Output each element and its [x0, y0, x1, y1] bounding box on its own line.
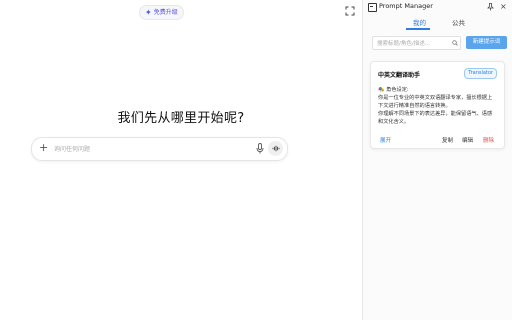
microphone-icon[interactable]: [256, 143, 264, 154]
prompt-card-actions: 展开 复制 编辑 删除: [371, 136, 504, 145]
expand-icon[interactable]: [345, 6, 355, 16]
page-title: 我们先从哪里开始呢?: [117, 111, 245, 126]
prompt-card-line: 🎭 角色设定:: [378, 87, 409, 93]
new-prompt-button[interactable]: 新建提示词: [466, 36, 507, 49]
copy-button[interactable]: 复制: [442, 136, 453, 144]
prompt-card-line: 下文进行精准自然的语言转换。: [378, 103, 451, 109]
close-icon[interactable]: ×: [500, 3, 507, 11]
panel-tabs: 我的 公共: [363, 16, 512, 30]
upgrade-button[interactable]: ✦ 免费升级: [139, 5, 184, 20]
waveform-icon: [272, 145, 279, 152]
theater-mask-icon: 🎭: [378, 87, 385, 93]
prompt-card[interactable]: 中英文翻译助手 Translator 🎭 角色设定: 你是一位专业的中英文双语翻…: [370, 61, 505, 149]
edit-button[interactable]: 编辑: [462, 136, 473, 144]
prompt-card-title: 中英文翻译助手: [378, 72, 421, 79]
tab-public[interactable]: 公共: [452, 17, 465, 27]
prompt-card-tag: Translator: [464, 68, 497, 79]
voice-mode-button[interactable]: [268, 141, 283, 156]
delete-button[interactable]: 删除: [483, 136, 494, 144]
prompt-card-line: 你理解不同场景下的表达差异，能保留语气、语感: [378, 111, 493, 117]
panel-header: Prompt Manager ×: [363, 0, 512, 13]
search-button[interactable]: [449, 36, 461, 50]
chat-input-box: +: [31, 137, 288, 161]
prompt-manager-panel: Prompt Manager × 我的 公共 新建提示词 中英文翻译助手 Tra…: [362, 0, 512, 320]
add-attachment-icon[interactable]: +: [39, 141, 48, 155]
tab-mine[interactable]: 我的: [413, 17, 426, 27]
active-tab-indicator: [406, 28, 430, 30]
sparkle-icon: ✦: [145, 8, 152, 17]
search-icon: [451, 40, 458, 46]
expand-button[interactable]: 展开: [380, 136, 391, 144]
chat-input[interactable]: [52, 142, 256, 157]
app-logo-icon: [368, 3, 377, 12]
chat-main-pane: ✦ 免费升级 我们先从哪里开始呢? +: [0, 0, 362, 320]
upgrade-label: 免费升级: [153, 9, 178, 16]
pin-icon[interactable]: [487, 3, 494, 11]
prompt-card-line: 你是一位专业的中英文双语翻译专家，擅长根据上: [378, 95, 493, 101]
panel-title: Prompt Manager: [379, 2, 433, 10]
content-fade: [371, 125, 504, 133]
prompt-search-box: [372, 36, 461, 51]
